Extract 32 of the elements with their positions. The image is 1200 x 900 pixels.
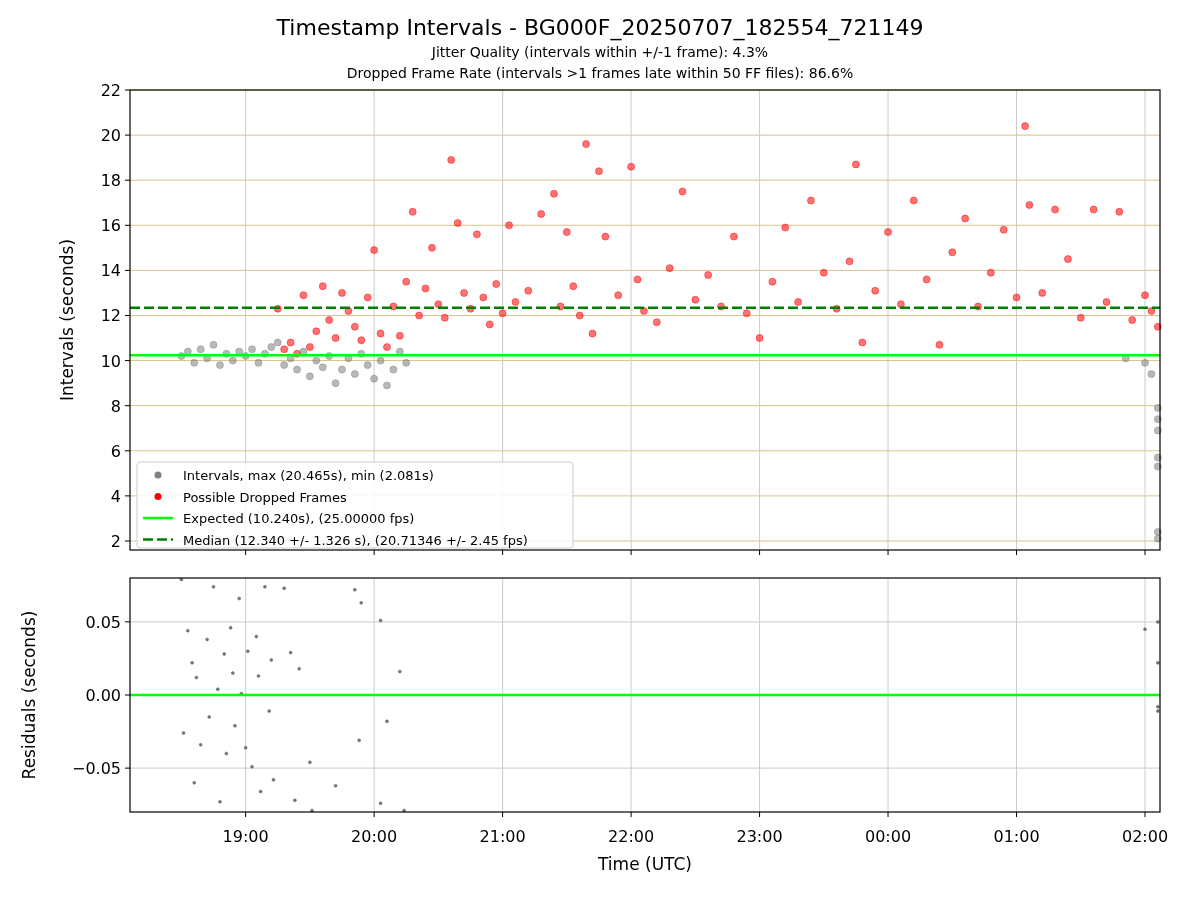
legend-label: Possible Dropped Frames xyxy=(183,489,347,505)
y-axis-label: Intervals (seconds) xyxy=(57,238,77,402)
tick-label: 23:00 xyxy=(736,827,783,846)
chart-subtitle: Jitter Quality (intervals within +/-1 frame): 4.3% xyxy=(431,43,769,62)
legend-label: Median (12.340 +/- 1.326 s), (20.71346 +/- 2.45 fps) xyxy=(183,532,528,548)
tick-label: 16 xyxy=(100,216,121,236)
tick-label: −0.05 xyxy=(71,759,121,779)
legend-label: Intervals, max (20.465s), min (2.081s) xyxy=(183,468,434,483)
tick-label: 21:00 xyxy=(479,827,526,846)
tick-label: 12 xyxy=(100,306,121,326)
legend-label: Expected (10.240s), (25.00000 fps) xyxy=(183,511,415,526)
tick-label: 20 xyxy=(100,126,121,146)
tick-label: 0.00 xyxy=(85,686,121,705)
tick-label: 20:00 xyxy=(351,827,398,846)
tick-label: 4 xyxy=(110,486,121,506)
tick-label: 02:00 xyxy=(1121,827,1169,846)
tick-label: 19:00 xyxy=(222,827,269,846)
chart-title: Timestamp Intervals - BG000F_20250707_182554_721149 xyxy=(276,14,924,42)
tick-label: 0.05 xyxy=(85,612,121,632)
tick-label: 14 xyxy=(100,261,121,281)
tick-label: 22:00 xyxy=(608,827,655,846)
tick-label: 01:00 xyxy=(993,827,1040,846)
chart-subtitle: Dropped Frame Rate (intervals >1 frames late within 50 FF files): 86.6% xyxy=(346,64,854,83)
tick-label: 10 xyxy=(100,351,121,371)
tick-label: 8 xyxy=(110,396,121,416)
tick-label: 22 xyxy=(100,81,121,100)
tick-label: 2 xyxy=(110,532,121,551)
tick-label: 6 xyxy=(110,441,121,461)
x-axis-label: Time (UTC) xyxy=(598,854,692,874)
tick-label: 00:00 xyxy=(865,827,912,846)
y-axis-label: Residuals (seconds) xyxy=(19,610,39,780)
tick-label: 18 xyxy=(100,171,121,191)
